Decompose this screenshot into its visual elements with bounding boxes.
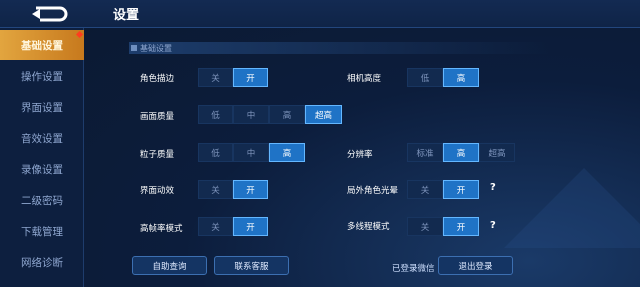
settings-panel: 基础设置 角色描边 关 开 相机高度 低 高 画面质量 低 中 高 超高 粒子质… <box>84 28 640 287</box>
ui-animation-on-option[interactable]: 开 <box>233 180 268 199</box>
graphics-low-option[interactable]: 低 <box>198 105 233 124</box>
logout-button[interactable]: 退出登录 <box>438 256 513 275</box>
multithread-toggle: 关 开 <box>407 217 479 236</box>
resolution-standard-option[interactable]: 标准 <box>407 143 443 162</box>
setting-label-outline: 角色描边 <box>140 74 175 84</box>
sidebar-item-label: 下载管理 <box>21 225 63 238</box>
sidebar-item-sound[interactable]: 音效设置 <box>0 123 84 153</box>
particle-quality-selector: 低 中 高 <box>198 143 305 162</box>
setting-label-high-fps: 高帧率模式 <box>140 224 183 234</box>
settings-sidebar: 基础设置 操作设置 界面设置 音效设置 录像设置 二级密码 下载管理 网络诊断 <box>0 28 84 287</box>
graphics-ultra-option[interactable]: 超高 <box>305 105 342 124</box>
particle-high-option[interactable]: 高 <box>269 143 305 162</box>
section-header: 基础设置 <box>129 42 549 54</box>
sidebar-item-password[interactable]: 二级密码 <box>0 185 84 215</box>
setting-label-ui-animation: 界面动效 <box>140 186 175 196</box>
login-status: 已登录微信 <box>392 264 435 274</box>
sidebar-item-label: 基础设置 <box>21 39 63 52</box>
multithread-on-option[interactable]: 开 <box>443 217 479 236</box>
ui-animation-toggle: 关 开 <box>198 180 268 199</box>
multithread-help-icon[interactable]: ? <box>490 220 496 231</box>
graphics-quality-selector: 低 中 高 超高 <box>198 105 342 124</box>
halo-on-option[interactable]: 开 <box>443 180 479 199</box>
setting-label-multithread: 多线程模式 <box>347 222 390 232</box>
sidebar-item-network[interactable]: 网络诊断 <box>0 247 84 277</box>
ui-animation-off-option[interactable]: 关 <box>198 180 233 199</box>
outfield-halo-toggle: 关 开 <box>407 180 479 199</box>
top-bar: 设置 <box>0 0 640 28</box>
sidebar-item-interface[interactable]: 界面设置 <box>0 92 84 122</box>
sidebar-item-label: 音效设置 <box>21 132 63 145</box>
self-help-button[interactable]: 自助查询 <box>132 256 207 275</box>
sidebar-item-label: 界面设置 <box>21 101 63 114</box>
resolution-ultra-option[interactable]: 超高 <box>479 143 515 162</box>
setting-label-camera-height: 相机高度 <box>347 74 382 84</box>
background-mountain <box>504 168 640 248</box>
back-icon <box>32 6 68 22</box>
multithread-off-option[interactable]: 关 <box>407 217 443 236</box>
high-fps-off-option[interactable]: 关 <box>198 217 233 236</box>
camera-low-option[interactable]: 低 <box>407 68 443 87</box>
setting-label-particle: 粒子质量 <box>140 150 175 160</box>
graphics-high-option[interactable]: 高 <box>269 105 305 124</box>
sidebar-item-downloads[interactable]: 下载管理 <box>0 216 84 246</box>
halo-off-option[interactable]: 关 <box>407 180 443 199</box>
setting-label-resolution: 分辨率 <box>347 150 373 160</box>
high-fps-on-option[interactable]: 开 <box>233 217 268 236</box>
camera-high-option[interactable]: 高 <box>443 68 479 87</box>
back-button[interactable] <box>22 2 78 26</box>
section-marker-icon <box>131 45 137 51</box>
graphics-medium-option[interactable]: 中 <box>233 105 269 124</box>
sidebar-item-label: 操作设置 <box>21 70 63 83</box>
halo-help-icon[interactable]: ? <box>490 182 496 193</box>
sidebar-item-label: 网络诊断 <box>21 256 63 269</box>
sidebar-item-label: 二级密码 <box>21 194 63 207</box>
setting-label-outfield-halo: 局外角色光晕 <box>347 186 399 196</box>
sidebar-item-replay[interactable]: 录像设置 <box>0 154 84 184</box>
camera-height-toggle: 低 高 <box>407 68 479 87</box>
particle-low-option[interactable]: 低 <box>198 143 233 162</box>
outline-on-option[interactable]: 开 <box>233 68 268 87</box>
outline-toggle: 关 开 <box>198 68 268 87</box>
resolution-high-option[interactable]: 高 <box>443 143 479 162</box>
resolution-selector: 标准 高 超高 <box>407 143 515 162</box>
sidebar-item-label: 录像设置 <box>21 163 63 176</box>
contact-support-button[interactable]: 联系客服 <box>214 256 289 275</box>
section-title: 基础设置 <box>140 43 172 53</box>
particle-medium-option[interactable]: 中 <box>233 143 269 162</box>
outline-off-option[interactable]: 关 <box>198 68 233 87</box>
active-marker-icon <box>75 30 84 39</box>
high-fps-toggle: 关 开 <box>198 217 268 236</box>
page-title: 设置 <box>113 8 140 23</box>
sidebar-item-controls[interactable]: 操作设置 <box>0 61 84 91</box>
sidebar-item-basic[interactable]: 基础设置 <box>0 30 84 60</box>
setting-label-graphics: 画面质量 <box>140 112 175 122</box>
